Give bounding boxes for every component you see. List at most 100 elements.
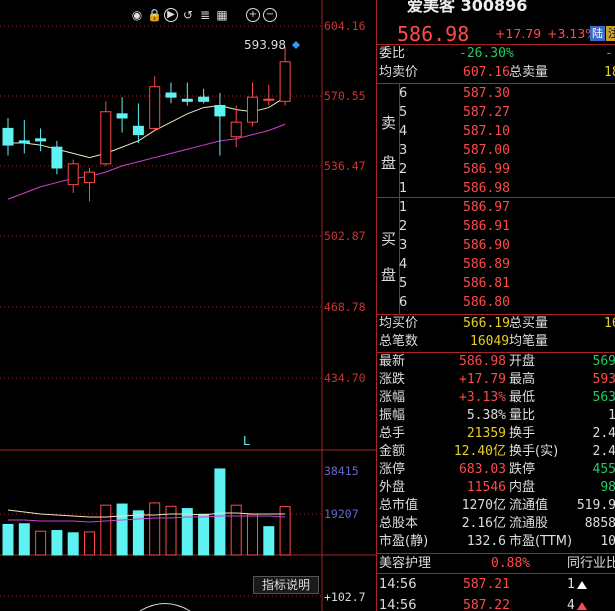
peak-marker xyxy=(292,41,300,49)
indicator-help-button[interactable]: 指标说明 xyxy=(253,576,319,594)
stat-label: 内盘 xyxy=(509,480,536,495)
sell-price: 586.98 xyxy=(463,181,510,196)
stat-label: 量比 xyxy=(509,408,536,423)
tick-row: 14:56 587.22 4 xyxy=(377,597,615,611)
industry-compare-label[interactable]: 同行业比 xyxy=(567,555,615,573)
sell-price: 586.99 xyxy=(463,162,510,177)
buy-price: 586.97 xyxy=(463,200,510,215)
buy-level: 5 xyxy=(399,276,408,291)
stat-value: 132.6 xyxy=(466,534,506,549)
industry-pct: 0.88% xyxy=(491,556,531,571)
stat-label: 涨幅 xyxy=(379,390,406,405)
volume-bar xyxy=(149,502,161,556)
buy-level-row[interactable]: 1 586.97 xyxy=(377,199,615,217)
weibi-label: 委比 xyxy=(379,46,406,61)
connect-badge: 陆 xyxy=(590,26,605,41)
stat-row: 总手 21359 换手 2.4 xyxy=(377,425,615,443)
divider xyxy=(377,83,615,84)
stat-label: 总市值 xyxy=(379,498,419,513)
stat-row: 总股本 2.16亿 流通股 8858 xyxy=(377,515,615,533)
sell-level-row[interactable]: 6 587.30 xyxy=(377,85,615,103)
candle-body xyxy=(149,86,161,129)
stat-label: 外盘 xyxy=(379,480,406,495)
stat-value: 8858 xyxy=(584,516,615,531)
stat-label: 总股本 xyxy=(379,516,419,531)
sell-level: 4 xyxy=(399,124,408,139)
stat-value: 1270亿 xyxy=(461,498,506,513)
buy-level: 4 xyxy=(399,257,408,272)
stat-value: 98 xyxy=(600,480,615,495)
stat-label: 最新 xyxy=(379,354,406,369)
sell-level-row[interactable]: 2 586.99 xyxy=(377,161,615,179)
stat-label: 市盈(静) xyxy=(379,534,429,549)
stat-label: 最低 xyxy=(509,390,536,405)
stat-value: 2.4 xyxy=(592,444,615,459)
stat-value: +17.79 xyxy=(459,372,506,387)
buy-level-row[interactable]: 3 586.90 xyxy=(377,237,615,255)
price-axis-tick: 536.47 xyxy=(324,159,366,173)
volume-ma-line xyxy=(8,515,286,523)
stat-label: 金额 xyxy=(379,444,406,459)
stat-row: 涨跌 +17.79 最高 593 xyxy=(377,371,615,389)
stat-label: 换手(实) xyxy=(509,444,559,459)
last-price: 586.98 xyxy=(397,22,470,46)
price-change: +17.79 xyxy=(495,26,542,41)
volume-bar xyxy=(198,513,210,556)
candle-body xyxy=(247,96,258,123)
stat-label: 涨跌 xyxy=(379,372,406,387)
avg-trade-label: 均笔量 xyxy=(509,334,549,349)
industry-row[interactable]: 美容护理 0.88% 同行业比 xyxy=(377,555,615,573)
buy-level-row[interactable]: 2 586.91 xyxy=(377,218,615,236)
stat-value: 683.03 xyxy=(459,462,506,477)
volume-bar xyxy=(51,530,63,556)
buy-level-row[interactable]: 4 586.89 xyxy=(377,256,615,274)
stat-value: 455 xyxy=(592,462,615,477)
sell-level-row[interactable]: 3 587.00 xyxy=(377,142,615,160)
trade-count-label: 总笔数 xyxy=(379,334,419,349)
trade-count-row: 总笔数 16049 均笔量 xyxy=(377,333,615,351)
candle-body xyxy=(67,163,79,186)
avg-sell-value: 607.16 xyxy=(463,65,510,80)
stat-label: 涨停 xyxy=(379,462,406,477)
volume-bar xyxy=(181,508,193,556)
buy-level-row[interactable]: 6 586.80 xyxy=(377,294,615,312)
volume-bar xyxy=(2,523,14,556)
candle-body xyxy=(84,171,95,184)
note-badge[interactable]: 注 xyxy=(606,26,615,41)
tick-time: 14:56 xyxy=(379,598,417,611)
stat-row: 市盈(静) 132.6 市盈(TTM) 10 xyxy=(377,533,615,551)
price-axis-tick: 434.70 xyxy=(324,371,366,385)
sell-price: 587.27 xyxy=(463,105,510,120)
buy-level-row[interactable]: 5 586.81 xyxy=(377,275,615,293)
stat-row: 涨停 683.03 跌停 455 xyxy=(377,461,615,479)
candle-body xyxy=(181,98,193,102)
divider xyxy=(377,553,615,554)
volume-axis-tick: 19207 xyxy=(324,507,359,521)
sell-level: 6 xyxy=(399,86,408,101)
buy-price: 586.90 xyxy=(463,238,510,253)
kline-chart[interactable]: ◉ 🔒 ▶ ↺ ≣ ▦ + − 604.16 570.55 536.47 502.87 468… xyxy=(0,0,376,611)
tick-row: 14:56 587.21 1 xyxy=(377,576,615,594)
volume-axis-tick: 38415 xyxy=(324,464,359,478)
stat-value: 593 xyxy=(592,372,615,387)
sell-level-row[interactable]: 4 587.10 xyxy=(377,123,615,141)
buy-price: 586.91 xyxy=(463,219,510,234)
indicator-curve xyxy=(139,603,191,611)
candle-body xyxy=(132,125,144,136)
stat-label: 流通股 xyxy=(509,516,549,531)
volume-bar xyxy=(263,526,275,556)
stat-label: 总手 xyxy=(379,426,406,441)
sell-price: 587.30 xyxy=(463,86,510,101)
stat-row: 外盘 11546 内盘 98 xyxy=(377,479,615,497)
sell-level-row[interactable]: 1 586.98 xyxy=(377,180,615,198)
ma-short-line xyxy=(8,96,286,159)
sell-price: 587.00 xyxy=(463,143,510,158)
volume-bar xyxy=(84,531,95,556)
stat-value: +3.13% xyxy=(459,390,506,405)
candle-body xyxy=(18,140,30,144)
avg-buy-value: 566.19 xyxy=(463,316,510,331)
weibi-row: 委比 -26.30% - xyxy=(377,45,615,63)
buy-price: 586.80 xyxy=(463,295,510,310)
tick-price: 587.21 xyxy=(463,577,510,592)
sell-level-row[interactable]: 5 587.27 xyxy=(377,104,615,122)
